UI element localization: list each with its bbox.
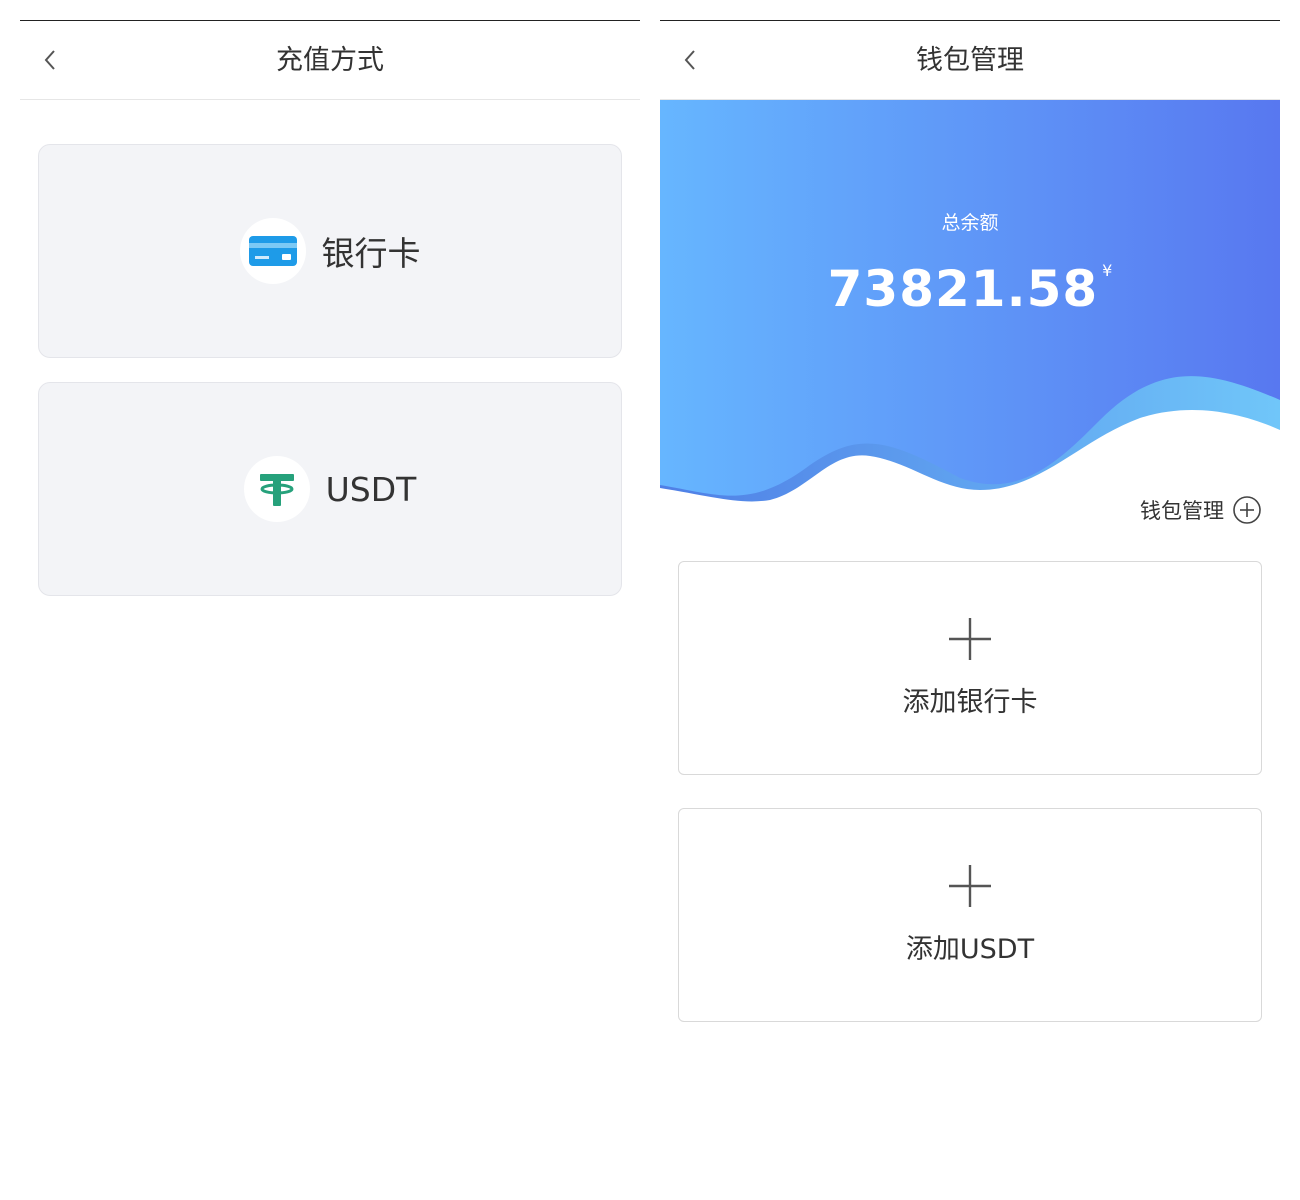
wallet-management-screen: 钱包管理 总余额 73821.58 ¥ 钱包管理 添加银行卡 添加USDT — [660, 20, 1280, 1181]
add-usdt-label: 添加USDT — [905, 934, 1035, 965]
bank-card-option[interactable]: 银行卡 — [38, 144, 622, 358]
usdt-label: USDT — [325, 469, 417, 509]
recharge-method-screen: 充值方式 银行卡 USDT — [20, 20, 640, 1181]
wallet-manage-button[interactable]: 钱包管理 — [1140, 495, 1262, 525]
balance-amount: 73821.58 — [827, 260, 1099, 318]
add-bank-card-button[interactable]: 添加银行卡 — [678, 561, 1262, 775]
wallet-balance-banner: 总余额 73821.58 ¥ — [660, 100, 1280, 520]
balance-label: 总余额 — [941, 212, 999, 234]
nav-bar: 充值方式 — [20, 21, 640, 100]
tether-icon-wrap — [243, 456, 310, 522]
page-title: 钱包管理 — [916, 45, 1024, 76]
plus-icon — [949, 865, 991, 907]
bank-card-icon-wrap — [239, 218, 306, 284]
bank-card-label: 银行卡 — [321, 234, 421, 273]
usdt-option-content: USDT — [39, 455, 621, 523]
page-title: 充值方式 — [276, 45, 384, 76]
plus-icon — [949, 618, 991, 660]
tether-icon — [259, 474, 294, 506]
wallet-manage-label: 钱包管理 — [1140, 499, 1224, 523]
plus-circle-icon — [1233, 496, 1261, 524]
currency-symbol: ¥ — [1102, 261, 1113, 280]
usdt-option[interactable]: USDT — [38, 382, 622, 596]
add-bank-card-label: 添加银行卡 — [902, 687, 1038, 718]
bank-card-option-content: 银行卡 — [39, 217, 621, 285]
bank-card-icon — [248, 236, 297, 266]
add-usdt-button[interactable]: 添加USDT — [678, 808, 1262, 1022]
nav-bar: 钱包管理 — [660, 21, 1280, 100]
balance-row: 73821.58 ¥ — [660, 260, 1280, 318]
